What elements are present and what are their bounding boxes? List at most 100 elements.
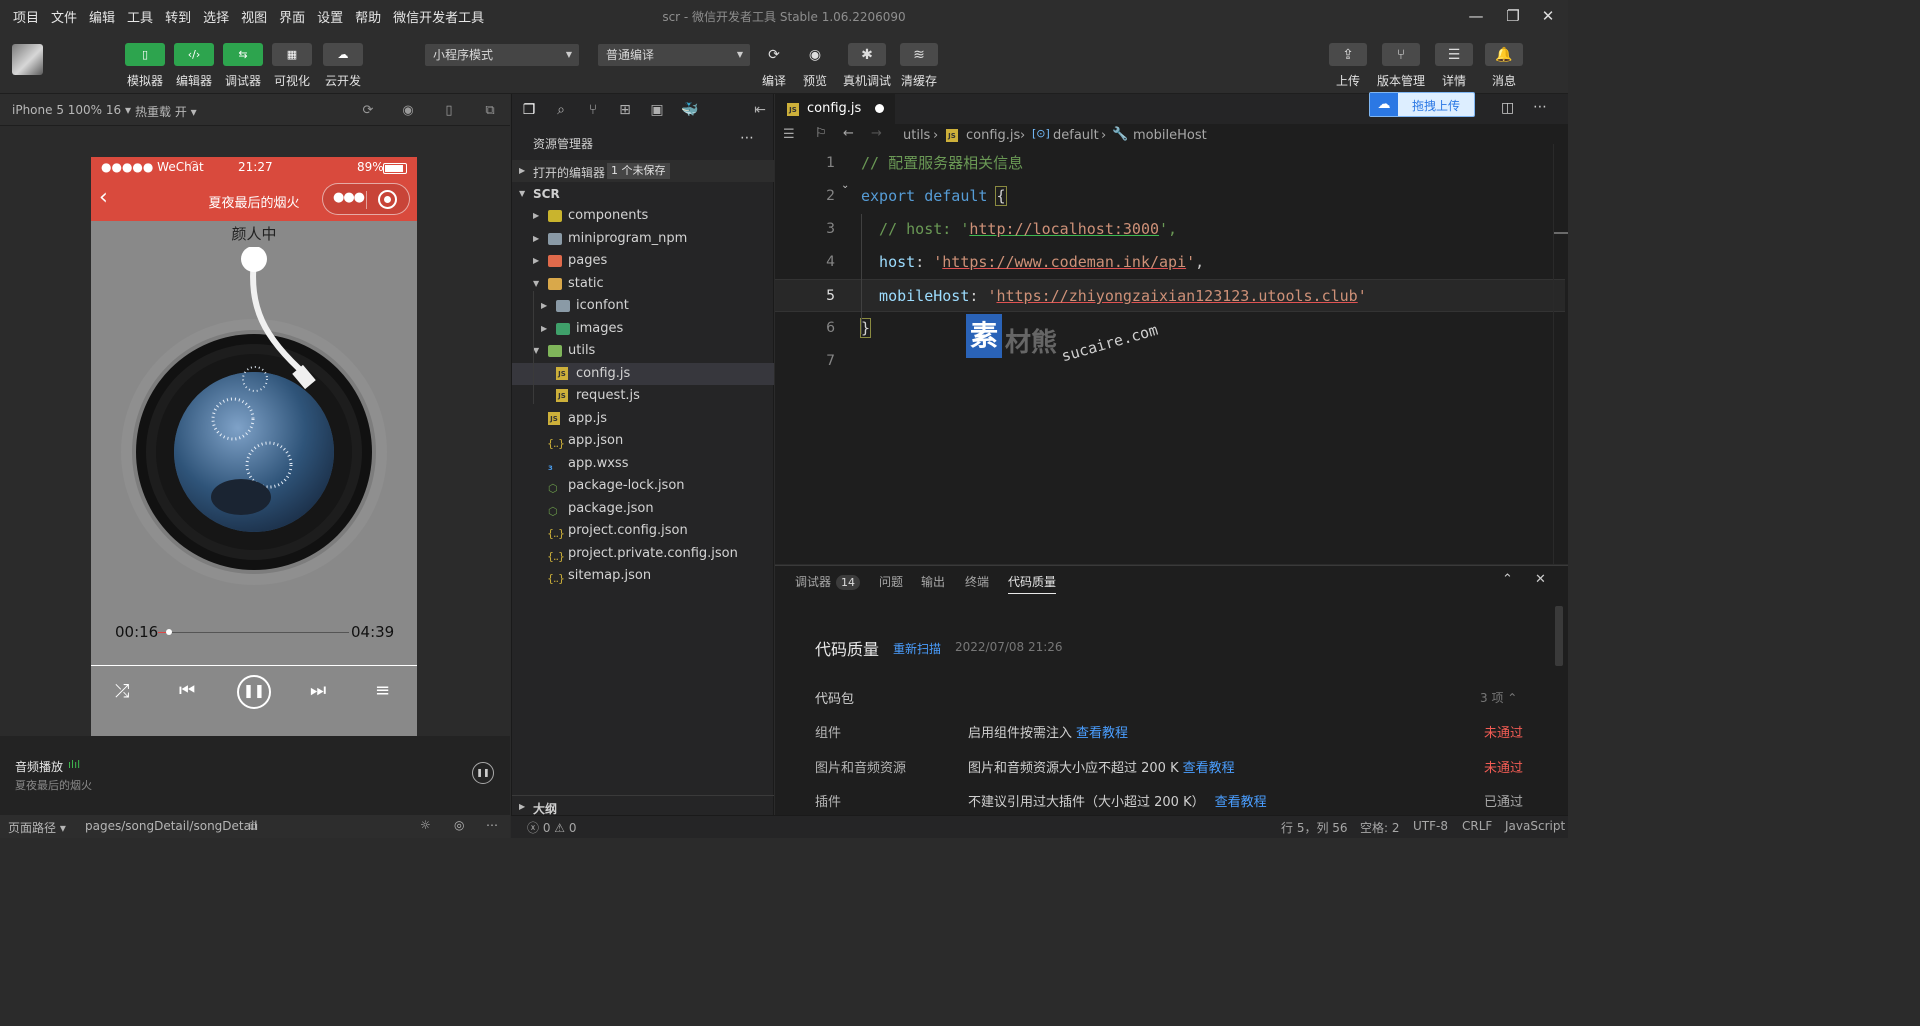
breadcrumb-mobilehost[interactable]: mobileHost [1133,128,1207,143]
fold-chevron-icon[interactable]: ⌄ [841,180,849,191]
code-line[interactable]: 7 [775,345,1565,378]
tree-item-app-js[interactable]: JS app.js [512,408,774,430]
tab-debugger[interactable]: 调试器 14 [795,573,861,590]
code-line[interactable]: 6} [775,312,1565,345]
menu-item[interactable]: 编辑 [89,7,115,26]
more-icon[interactable]: ⋯ [740,130,754,146]
chevron-right-icon[interactable]: ▶ [533,228,539,250]
maximize-icon[interactable]: ❐ [1493,4,1533,28]
tree-item-project-config-json[interactable]: {..} project.config.json [512,520,774,542]
eye-button[interactable]: ◉ [796,43,834,66]
tree-item-components[interactable]: ▶ components [512,205,774,227]
bug-icon[interactable]: ☼ [420,818,431,832]
cloud-toggle-button[interactable]: ☁ [323,43,363,66]
collapse-panel-icon[interactable]: ⇤ [752,102,768,118]
tutorial-link[interactable]: 查看教程 [1183,761,1235,776]
menu-item[interactable]: 界面 [279,7,305,26]
tree-item-sitemap-json[interactable]: {..} sitemap.json [512,565,774,587]
open-editors-header[interactable]: ▶ 打开的编辑器 1 个未保存 [512,160,774,182]
split-editor-icon[interactable]: ◫ [1501,100,1514,116]
forward-arrow-icon[interactable]: → [871,126,882,141]
tree-item-miniprogram_npm[interactable]: ▶ miniprogram_npm [512,228,774,250]
bell-button[interactable]: 🔔 [1485,43,1523,66]
files-icon[interactable]: ❐ [521,102,537,118]
scrollbar[interactable] [1553,144,1568,564]
copy-icon[interactable]: ⧉ [249,819,258,834]
cursor-position[interactable]: 行 5，列 56 [1281,819,1348,836]
more-icon[interactable]: ●●● [333,190,365,205]
minimize-icon[interactable]: — [1456,4,1496,28]
layers-button[interactable]: ≋ [900,43,938,66]
rescan-link[interactable]: 重新扫描 [893,640,941,657]
close-window-icon[interactable]: ✕ [1528,4,1568,28]
breadcrumb-file[interactable]: config.js [966,128,1020,143]
code-line[interactable]: 1 // 配置服务器相关信息 [775,147,1565,180]
menu-item[interactable]: 设置 [317,7,343,26]
drag-upload-button[interactable]: ☁ 拖拽上传 [1369,92,1475,117]
tree-item-app-json[interactable]: {..} app.json [512,430,774,452]
pause-icon[interactable]: ❚❚ [237,675,271,709]
progress-track[interactable] [158,629,349,635]
tutorial-link[interactable]: 查看教程 [1215,795,1267,810]
chevron-right-icon[interactable]: ▶ [541,295,547,317]
tab-terminal[interactable]: 终端 [965,573,989,590]
breadcrumb-default[interactable]: default [1053,128,1099,143]
tree-item-utils[interactable]: ▼ utils [512,340,774,362]
menu-item[interactable]: 工具 [127,7,153,26]
phone-toggle-button[interactable]: ▯ [125,43,165,66]
tab-code-quality[interactable]: 代码质量 [1008,573,1057,594]
bug-button[interactable]: ✱ [848,43,886,66]
encoding[interactable]: UTF-8 [1413,819,1448,833]
menu-item[interactable]: 微信开发者工具 [393,7,484,26]
code-line[interactable]: 4 host: 'https://www.codeman.ink/api', [775,246,1565,279]
playlist-icon[interactable]: ≡ [375,680,390,701]
close-miniprogram-icon[interactable] [378,190,397,209]
scrollbar[interactable] [1555,606,1563,666]
phone-frame-icon[interactable]: ▯ [441,103,457,119]
back-arrow-icon[interactable]: ← [843,126,854,141]
menu-item[interactable]: 帮助 [355,7,381,26]
tree-item-app-wxss[interactable]: ₃ app.wxss [512,453,774,475]
tree-item-package-json[interactable]: ⬡ package.json [512,498,774,520]
refresh-button[interactable]: ⟳ [755,43,793,66]
problems-indicator[interactable]: ⓧ 0 ⚠ 0 [527,819,577,836]
language-mode[interactable]: JavaScript [1505,819,1565,833]
tree-item-images[interactable]: ▶ images [512,318,774,340]
extensions-icon[interactable]: ⊞ [617,102,633,118]
menu-item[interactable]: 转到 [165,7,191,26]
code-line[interactable]: 3 // host: 'http://localhost:3000', [775,213,1565,246]
storage-icon[interactable]: ▣ [649,102,665,118]
more-icon[interactable]: ⋯ [1533,99,1547,115]
source-control-icon[interactable]: ⑂ [585,102,601,118]
menu-button[interactable]: ☰ [1435,43,1473,66]
tree-item-request-js[interactable]: JS request.js [512,385,774,407]
list-icon[interactable]: ☰ [783,127,795,142]
section-count[interactable]: 3 项 ⌃ [1480,689,1517,706]
menu-item[interactable]: 文件 [51,7,77,26]
indent-setting[interactable]: 空格: 2 [1360,819,1400,836]
tab-config-js[interactable]: JS config.js [775,94,895,124]
stop-icon[interactable]: ◉ [400,103,416,119]
branch-button[interactable]: ⑂ [1382,43,1420,66]
chevron-right-icon[interactable]: ▶ [533,250,539,272]
breadcrumb-utils[interactable]: utils [903,128,930,143]
tree-item-project-private-config-json[interactable]: {..} project.private.config.json [512,543,774,565]
reload-icon[interactable]: ⟳ [360,103,376,119]
menu-item[interactable]: 视图 [241,7,267,26]
avatar[interactable] [12,44,43,75]
docker-icon[interactable]: 🐳 [681,102,698,118]
search-icon[interactable]: ⌕ [553,102,569,118]
code-line[interactable]: 5 mobileHost: 'https://zhiyongzaixian123… [775,279,1565,312]
more-icon[interactable]: ⋯ [486,818,498,832]
menu-item[interactable]: 项目 [13,7,39,26]
chevron-right-icon[interactable]: ▶ [533,205,539,227]
next-icon[interactable]: ⏭ [310,680,326,701]
hot-reload-select[interactable]: 热重载 开 ▾ [135,103,197,120]
upload-button[interactable]: ⇪ [1329,43,1367,66]
close-panel-icon[interactable]: ✕ [1535,572,1546,587]
tree-item-config-js[interactable]: JS config.js [512,362,774,385]
chevron-up-icon[interactable]: ⌃ [1502,572,1513,587]
chevron-right-icon[interactable]: ▶ [541,318,547,340]
page-path-select[interactable]: 页面路径 ▾ [8,819,66,836]
tree-item-package-lock-json[interactable]: ⬡ package-lock.json [512,475,774,497]
